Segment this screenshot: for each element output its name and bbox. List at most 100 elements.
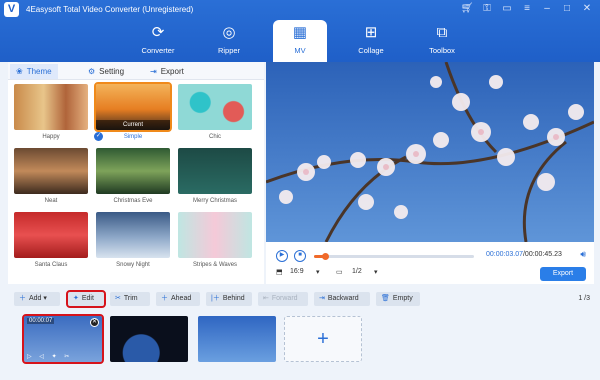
ahead-label: Ahead — [171, 295, 192, 302]
magic-wand-icon: ✦ — [73, 295, 79, 302]
key-icon[interactable]: ⚿ — [480, 3, 494, 15]
theme-snowy-night[interactable]: Snowy Night — [96, 212, 170, 268]
add-clip-button[interactable]: + — [284, 316, 362, 362]
empty-button[interactable]: 🗑︎ Empty — [376, 292, 420, 306]
theme-label: Stripes & Waves — [192, 262, 238, 268]
theme-thumb — [14, 84, 88, 130]
check-icon: ✓ — [94, 132, 103, 141]
menu-icon[interactable]: ≡ — [520, 3, 534, 15]
theme-thumb — [96, 148, 170, 194]
play-icon[interactable]: ▶ — [276, 250, 288, 262]
player-controls: ▶ ■ 00:00:03.07/00:00:45.23 🔊︎ ⬒ 16:9 ▾ … — [266, 242, 594, 284]
nav-ripper[interactable]: ◎ Ripper — [202, 20, 256, 62]
total-time: /00:00:45.23 — [522, 251, 562, 258]
close-icon[interactable]: ✕ — [90, 318, 99, 327]
nav-mv[interactable]: ▦ MV — [273, 20, 327, 62]
add-label: Add — [29, 295, 42, 302]
progress-knob[interactable] — [322, 253, 330, 260]
export-button[interactable]: Export — [540, 267, 586, 281]
theme-thumb — [178, 148, 252, 194]
chevron-down-icon[interactable]: ▾ — [316, 268, 320, 276]
edit-toolbar: ＋ Add ▾ ✦ Edit ✂ Trim ＋ Ahead |＋ Behind ⇤ Forw… — [0, 284, 600, 314]
scissors-icon: ✂ — [115, 295, 121, 302]
volume-icon[interactable]: 🔊︎ — [580, 249, 586, 260]
clip-item[interactable] — [110, 316, 188, 362]
tab-theme-label: Theme — [26, 67, 52, 76]
theme-simple[interactable]: Current ✓ Simple — [94, 82, 172, 141]
edit-button[interactable]: ✦ Edit — [66, 290, 106, 308]
backward-icon: ⇥ — [319, 295, 325, 302]
screen-page[interactable]: 1/2 — [352, 268, 362, 275]
cart-icon[interactable]: 🛒︎ — [460, 3, 474, 15]
add-button[interactable]: ＋ Add ▾ — [14, 292, 60, 306]
nav-toolbox-label: Toolbox — [429, 46, 455, 55]
export-icon: ⇥ — [150, 67, 157, 76]
nav-toolbox[interactable]: ⧉ Toolbox — [415, 20, 469, 62]
trash-icon: 🗑︎ — [381, 295, 390, 302]
clip-tools[interactable]: ▷ ◁ ✦ ✂ — [27, 353, 72, 360]
page-indicator: 1 /3 — [578, 295, 590, 302]
theme-stripes-waves[interactable]: Stripes & Waves — [178, 212, 252, 268]
maximize-icon[interactable]: □ — [560, 3, 574, 15]
current-time: 00:00:03.07 — [486, 251, 523, 258]
nav-converter-label: Converter — [141, 46, 175, 55]
tab-theme[interactable]: ❀ Theme — [10, 64, 58, 79]
plus-ahead-icon: ＋ — [161, 295, 168, 302]
theme-happy[interactable]: Happy — [14, 84, 88, 140]
collage-icon: ⊞ — [364, 24, 378, 41]
minimize-icon[interactable]: – — [540, 3, 554, 15]
forward-label: Forward — [271, 295, 298, 302]
theme-thumb — [14, 212, 88, 258]
theme-thumb — [178, 212, 252, 258]
nav-mv-label: MV — [294, 46, 306, 55]
converter-icon: ⟳ — [151, 24, 165, 41]
theme-christmas-eve[interactable]: Christmas Eve — [96, 148, 170, 204]
nav-collage[interactable]: ⊞ Collage — [344, 20, 398, 62]
theme-label: Santa Claus — [34, 262, 68, 268]
nav-ripper-label: Ripper — [217, 46, 241, 55]
edit-label: Edit — [81, 295, 94, 302]
aspect-ratio[interactable]: 16:9 — [290, 268, 304, 275]
aspect-icon: ⬒ — [276, 269, 283, 276]
clip-item[interactable]: 00:00:07 ✕ ▷ ◁ ✦ ✂ — [22, 314, 104, 364]
forward-button[interactable]: ⇤ Forward — [258, 292, 308, 306]
stop-icon[interactable]: ■ — [294, 250, 306, 262]
empty-label: Empty — [392, 295, 413, 302]
mv-icon: ▦ — [292, 24, 308, 41]
plus-behind-icon: |＋ — [211, 295, 220, 302]
close-icon[interactable]: ✕ — [580, 3, 594, 15]
video-preview[interactable] — [266, 62, 594, 242]
app-logo-icon: V — [4, 2, 19, 17]
chevron-down-icon[interactable]: ▾ — [374, 268, 378, 276]
tab-export-label: Export — [160, 67, 184, 76]
tab-export[interactable]: ⇥ Export — [144, 64, 190, 79]
nav-converter[interactable]: ⟳ Converter — [131, 20, 185, 62]
theme-thumb — [14, 148, 88, 194]
theme-neat[interactable]: Neat — [14, 148, 88, 204]
tab-setting[interactable]: ⚙ Setting — [82, 64, 130, 79]
theme-chic[interactable]: Chic — [178, 84, 252, 140]
ahead-button[interactable]: ＋ Ahead — [156, 292, 200, 306]
chat-icon[interactable]: ▭ — [500, 3, 514, 15]
trim-button[interactable]: ✂ Trim — [110, 292, 150, 306]
behind-button[interactable]: |＋ Behind — [206, 292, 252, 306]
clip-item[interactable] — [198, 316, 276, 362]
backward-button[interactable]: ⇥ Backward — [314, 292, 370, 306]
progress-bar[interactable] — [314, 253, 474, 260]
theme-label: Simple — [123, 134, 143, 140]
tab-setting-label: Setting — [99, 67, 125, 76]
backward-label: Backward — [327, 295, 359, 302]
theme-thumb — [178, 84, 252, 130]
theme-thumb — [96, 212, 170, 258]
ripper-icon: ◎ — [222, 24, 236, 41]
clip-strip: 00:00:07 ✕ ▷ ◁ ✦ ✂ + — [0, 314, 600, 380]
theme-panel: ❀ Theme ⚙ Setting ⇥ Export Happy Current ✓ … — [8, 62, 270, 284]
theme-santa-claus[interactable]: Santa Claus — [14, 212, 88, 268]
main-nav: ⟳ Converter ◎ Ripper ▦ MV ⊞ Collage ⧉ To… — [0, 20, 600, 62]
window-controls: 🛒︎ ⚿ ▭ ≡ – □ ✕ — [460, 3, 594, 15]
theme-thumb: Current — [94, 82, 172, 132]
theme-merry-christmas[interactable]: Merry Christmas — [178, 148, 252, 204]
monitor-icon: ▭ — [336, 269, 343, 276]
current-badge: Current — [96, 120, 170, 130]
preview-image — [266, 62, 594, 242]
